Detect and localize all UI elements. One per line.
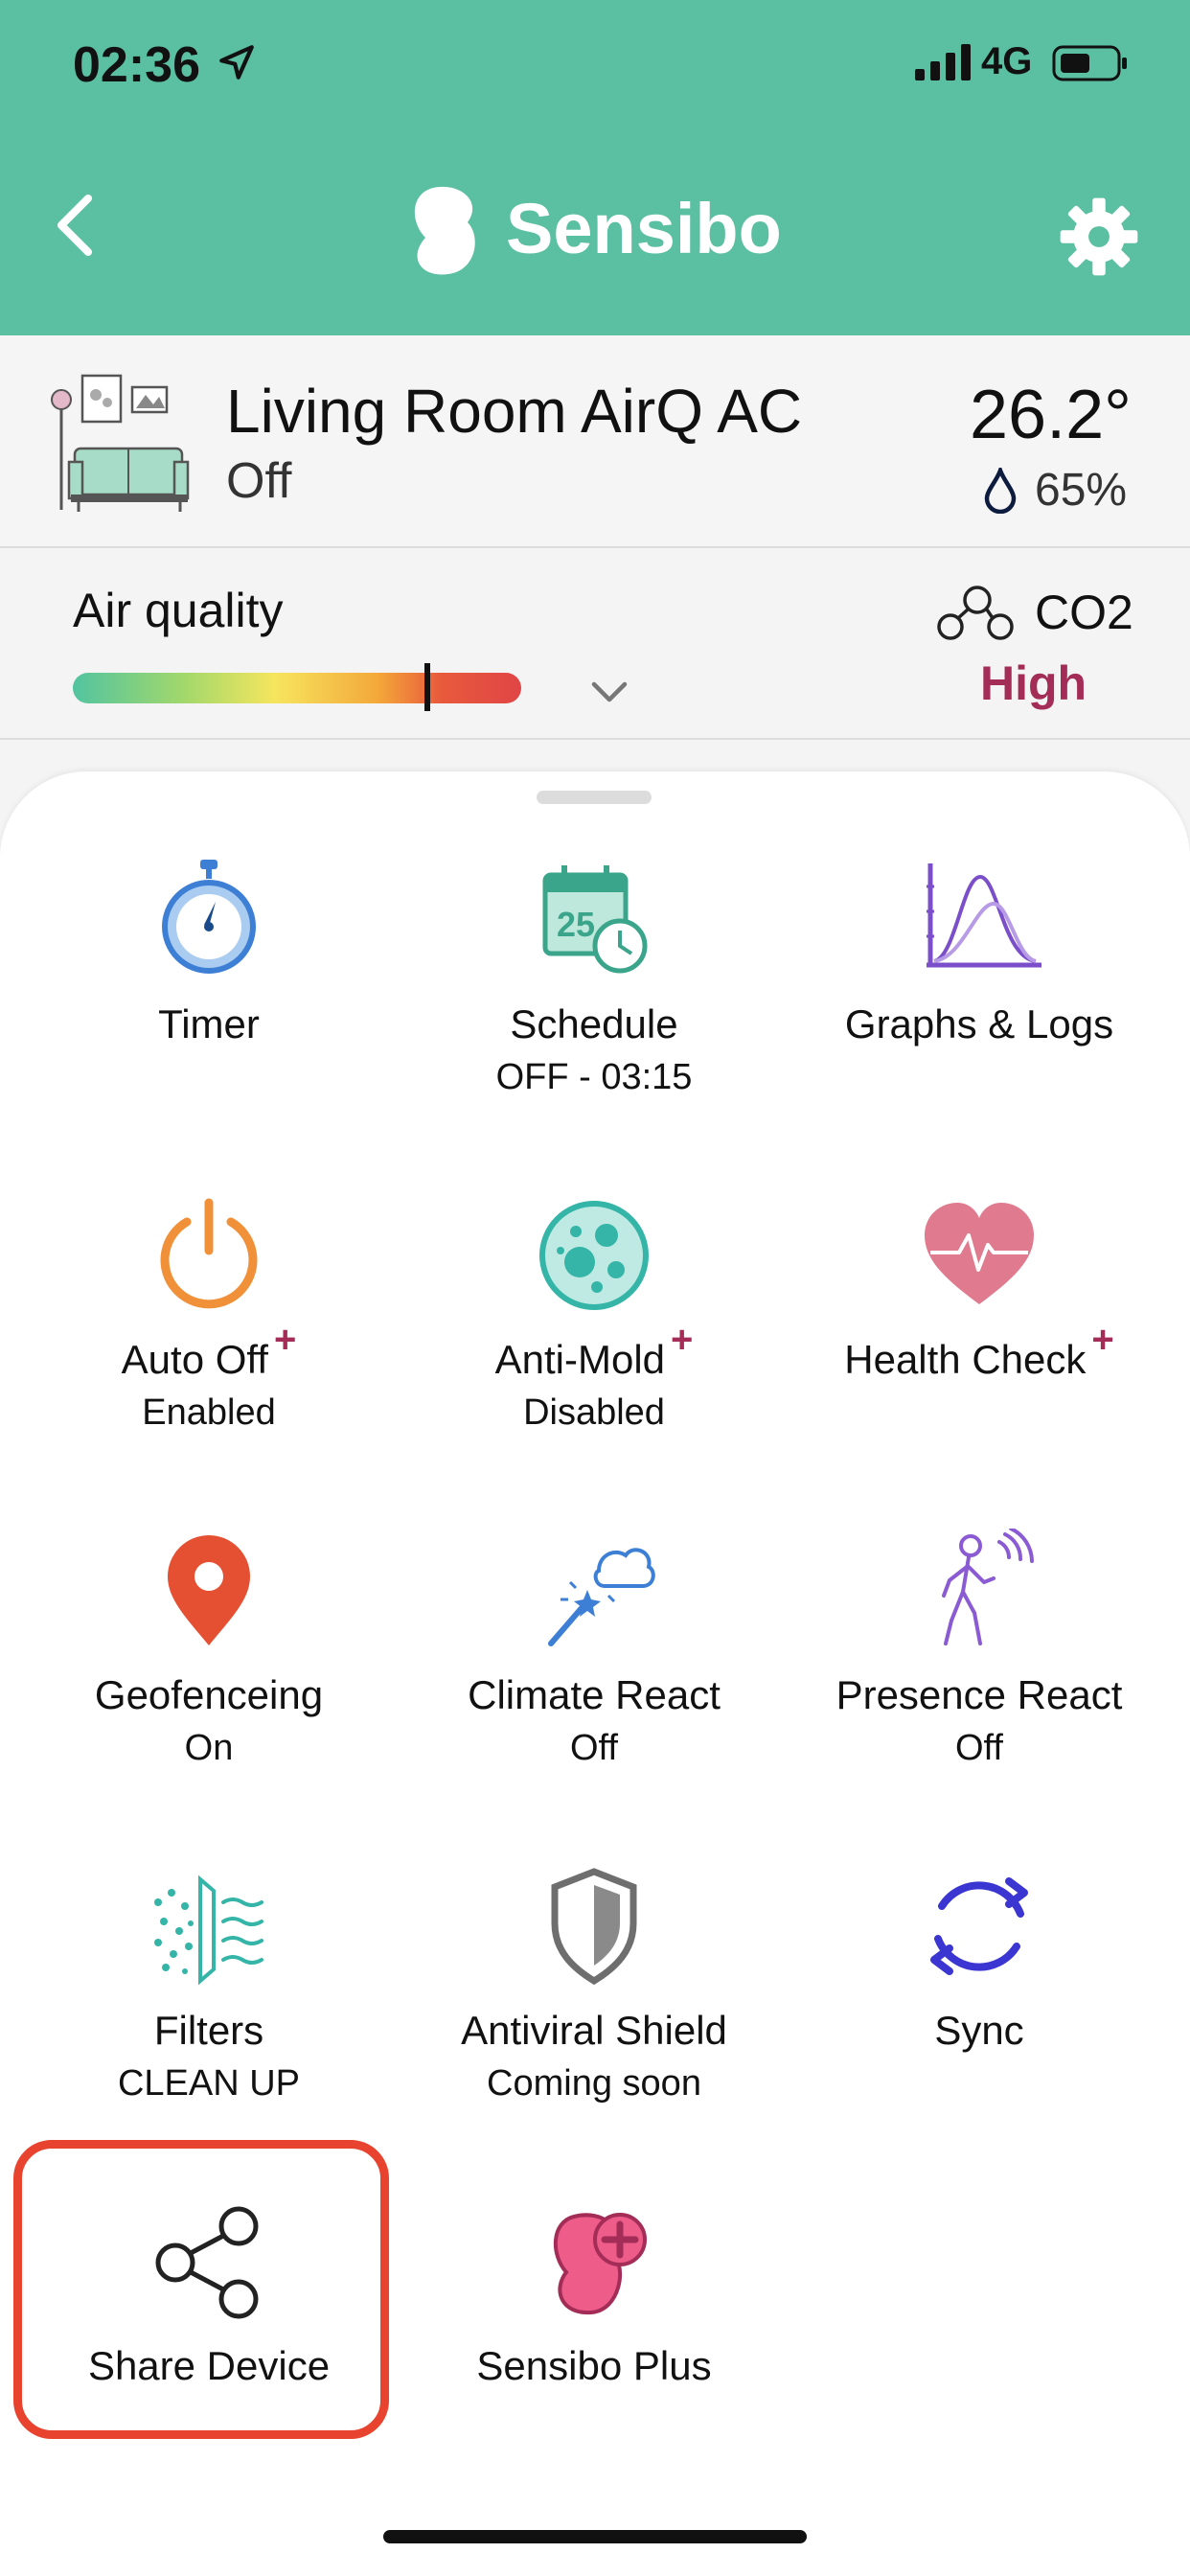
air-quality-label: Air quality: [73, 584, 284, 637]
plus-badge: +: [671, 1319, 694, 1361]
magic-wand-cloud-icon: [548, 1548, 655, 1646]
feature-climate-react[interactable]: Climate React Off: [402, 1529, 786, 1816]
co2-molecule-icon: [937, 586, 1014, 640]
app-header: 02:36 4G Sensibo: [0, 0, 1190, 335]
device-name: Living Room AirQ AC: [226, 377, 803, 446]
feature-label: Schedule: [510, 1001, 678, 1046]
feature-label: Geofenceing: [94, 1672, 324, 1717]
feature-health-check[interactable]: Health Check +: [788, 1193, 1171, 1481]
feature-status: Enabled: [142, 1392, 276, 1433]
signal-icon: [915, 44, 971, 80]
feature-status: Off: [570, 1728, 618, 1768]
walking-person-icon: [942, 1529, 1034, 1645]
graph-icon: [927, 863, 1041, 968]
room-humidity: 65%: [1035, 465, 1128, 516]
pollutant-level: High: [980, 656, 1087, 710]
heart-pulse-icon: [925, 1203, 1034, 1304]
feature-geofencing[interactable]: Geofenceing On: [17, 1529, 400, 1816]
calendar-clock-icon: 25: [542, 865, 648, 974]
feature-sensibo-plus[interactable]: Sensibo Plus: [402, 2199, 786, 2487]
filter-icon: [154, 1874, 263, 1986]
feature-label: Filters: [153, 2008, 264, 2053]
location-pin-icon: [168, 1535, 250, 1645]
humidity-drop-icon: [984, 468, 1017, 514]
page-title: Sensibo: [506, 189, 782, 268]
feature-anti-mold[interactable]: Anti-Mold + Disabled: [402, 1193, 786, 1481]
battery-icon: [1052, 45, 1127, 81]
feature-filters[interactable]: Filters CLEAN UP: [17, 1864, 400, 2151]
air-quality-marker: [423, 663, 430, 711]
feature-graphs-logs[interactable]: Graphs & Logs: [788, 858, 1171, 1145]
feature-status: Off: [955, 1728, 1003, 1768]
stopwatch-icon: [162, 860, 256, 974]
pollutant-label: CO2: [1035, 586, 1133, 639]
home-indicator[interactable]: [383, 2530, 807, 2543]
device-state: Off: [226, 453, 292, 509]
shield-icon: [551, 1868, 637, 1986]
feature-label: Sync: [934, 2008, 1024, 2053]
feature-label: Graphs & Logs: [844, 1001, 1114, 1046]
svg-text:25: 25: [557, 905, 595, 944]
feature-label: Climate React: [468, 1672, 721, 1717]
feature-label: Anti-Mold +: [494, 1319, 694, 1382]
feature-auto-off[interactable]: Auto Off + Enabled: [17, 1193, 400, 1481]
feature-presence-react[interactable]: Presence React Off: [788, 1529, 1171, 1816]
chevron-down-icon[interactable]: [588, 678, 630, 707]
air-quality-bar: [73, 673, 521, 703]
feature-status: OFF - 03:15: [495, 1057, 693, 1097]
gear-icon[interactable]: [1059, 196, 1139, 277]
network-type: 4G: [981, 40, 1033, 82]
feature-schedule[interactable]: 25 Schedule OFF - 03:15: [402, 858, 786, 1145]
sheet-drag-handle[interactable]: [537, 791, 652, 804]
feature-label: Sensibo Plus: [476, 2343, 712, 2388]
share-device-highlight: [13, 2140, 389, 2439]
room-temperature: 26.2°: [970, 377, 1132, 453]
device-summary[interactable]: Living Room AirQ AC Off 26.2° 65%: [0, 335, 1190, 548]
feature-status: On: [184, 1728, 234, 1768]
living-room-icon: [51, 374, 190, 512]
feature-label: Presence React: [835, 1672, 1123, 1717]
feature-label: Auto Off +: [121, 1319, 297, 1382]
feature-timer[interactable]: Timer: [17, 858, 400, 1145]
feature-status: CLEAN UP: [117, 2063, 301, 2104]
feature-antiviral-shield[interactable]: Antiviral Shield Coming soon: [402, 1864, 786, 2151]
plus-badge: +: [273, 1319, 297, 1361]
sync-icon: [930, 1877, 1028, 1975]
feature-status: Coming soon: [487, 2063, 701, 2104]
location-arrow-icon: [219, 45, 254, 80]
feature-label: Timer: [158, 1001, 260, 1046]
sensibo-plus-icon: [553, 2213, 647, 2315]
feature-label: Health Check +: [844, 1319, 1114, 1382]
plus-badge: +: [1091, 1319, 1114, 1361]
status-time: 02:36: [73, 37, 200, 93]
feature-sync[interactable]: Sync: [788, 1864, 1171, 2151]
feature-status: Disabled: [523, 1392, 665, 1433]
air-quality-panel[interactable]: Air quality CO2 High: [0, 548, 1190, 740]
sensibo-logo-icon: [414, 186, 475, 275]
mold-icon: [539, 1201, 649, 1310]
back-chevron-icon[interactable]: [46, 187, 103, 264]
power-icon: [160, 1198, 258, 1309]
feature-label: Antiviral Shield: [461, 2008, 727, 2053]
